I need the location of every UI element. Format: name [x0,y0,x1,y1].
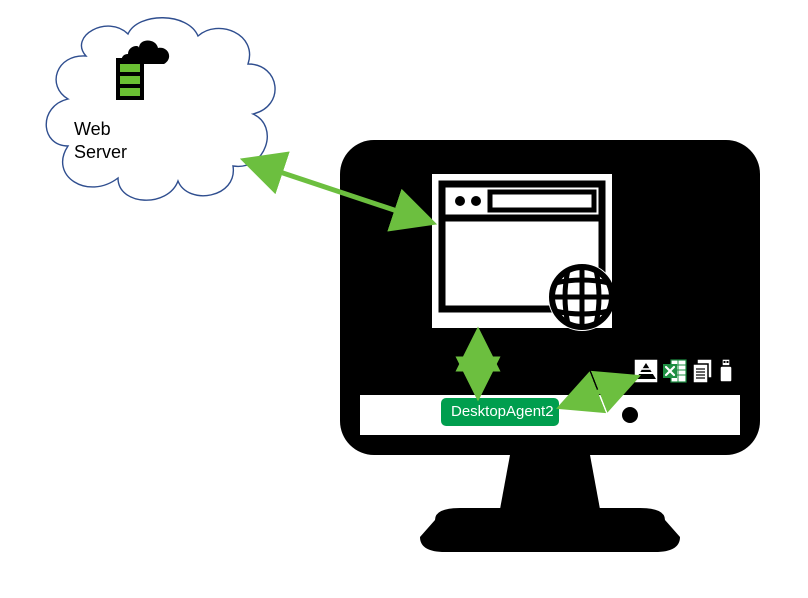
cloud-label-line1: Web [74,119,111,139]
cloud-label-line2: Server [74,142,127,162]
excel-icon [662,358,688,384]
cloud-label: Web Server [74,118,127,163]
usb-icon [718,358,734,384]
desktop-agent-badge: DesktopAgent2 [441,398,559,426]
taskbar-icons [633,358,734,384]
cloud-server-icon [106,36,176,106]
web-browser-icon [432,174,612,334]
scanner-icon [633,358,659,384]
documents-icon [691,358,715,384]
